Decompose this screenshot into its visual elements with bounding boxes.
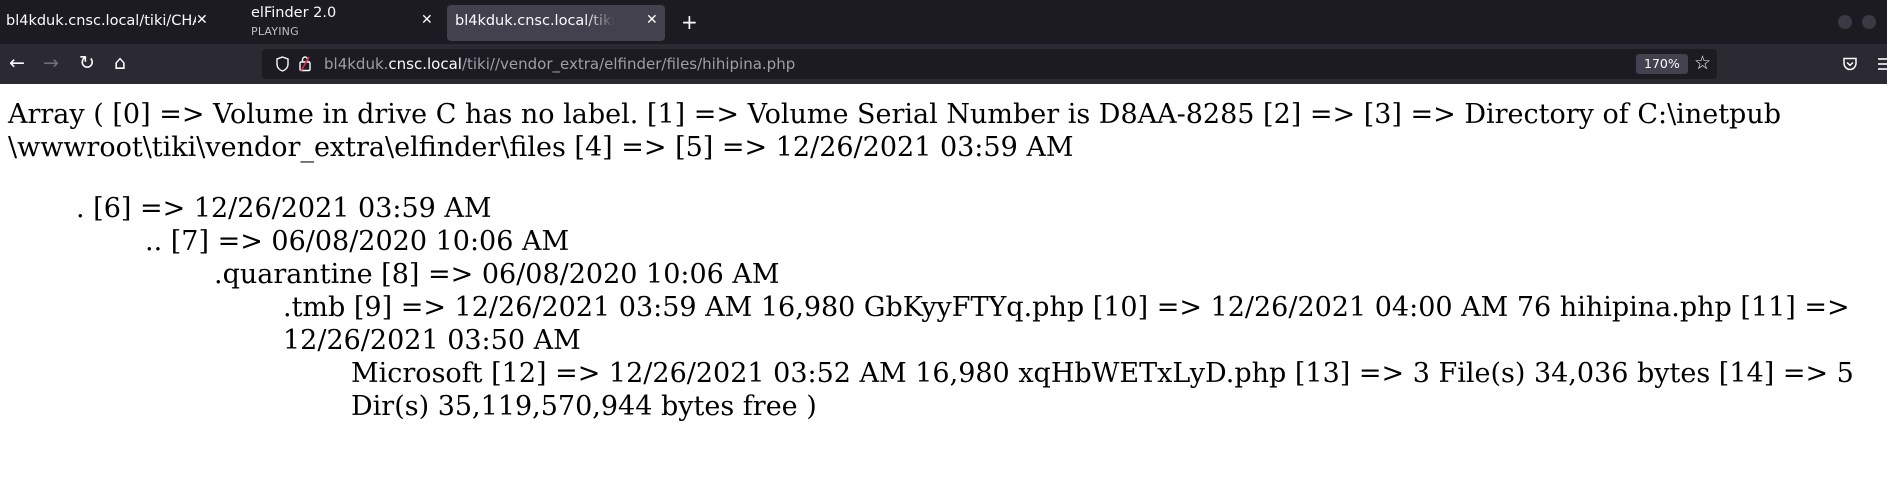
close-tab-icon[interactable]: ✕: [196, 12, 208, 28]
tab-chan[interactable]: bl4kduk.cnsc.local/tiki/CHAN ✕: [0, 0, 218, 44]
output-line: .. [7] => 06/08/2020 10:06 AM: [145, 226, 570, 257]
zoom-level-button[interactable]: 170%: [1636, 54, 1688, 74]
close-tab-icon[interactable]: ✕: [646, 12, 658, 28]
navigation-toolbar: ← → ↻ ⌂ bl4kduk.cnsc.local/tiki//vendor_…: [0, 44, 1887, 84]
menu-icon[interactable]: [1878, 56, 1887, 72]
output-line: .tmb [9] => 12/26/2021 03:59 AM 16,980 G…: [283, 292, 1850, 323]
reload-button[interactable]: ↻: [79, 52, 95, 74]
close-tab-icon[interactable]: ✕: [421, 12, 433, 28]
tab-active-vendor[interactable]: bl4kduk.cnsc.local/tiki//vendor ✕: [447, 5, 665, 41]
home-button[interactable]: ⌂: [114, 52, 126, 74]
output-line: Array ( [0] => Volume in drive C has no …: [8, 99, 1781, 130]
tab-title: bl4kduk.cnsc.local/tiki//vendor: [455, 13, 615, 29]
output-line: Dir(s) 35,119,570,944 bytes free ): [351, 391, 817, 422]
page-content: Array ( [0] => Volume in drive C has no …: [0, 84, 1887, 490]
lock-icon[interactable]: [298, 55, 312, 72]
output-line: Microsoft [12] => 12/26/2021 03:52 AM 16…: [351, 358, 1854, 389]
window-close-button[interactable]: [1862, 15, 1876, 29]
tab-elfinder[interactable]: elFinder 2.0 PLAYING ✕: [241, 0, 441, 44]
forward-button[interactable]: →: [43, 52, 59, 74]
url-path: /tiki//vendor_extra/elfinder/files/hihip…: [461, 55, 796, 73]
url-bar[interactable]: bl4kduk.cnsc.local/tiki//vendor_extra/el…: [262, 49, 1717, 79]
url-domain: cnsc.local: [388, 55, 462, 73]
tab-strip: bl4kduk.cnsc.local/tiki/CHAN ✕ elFinder …: [0, 0, 1887, 44]
url-prefix: bl4kduk.: [324, 55, 389, 73]
new-tab-button[interactable]: +: [681, 10, 698, 34]
output-line: . [6] => 12/26/2021 03:59 AM: [76, 193, 492, 224]
output-line: .quarantine [8] => 06/08/2020 10:06 AM: [214, 259, 780, 290]
bookmark-star-icon[interactable]: ☆: [1694, 52, 1711, 74]
url-text[interactable]: bl4kduk.cnsc.local/tiki//vendor_extra/el…: [324, 55, 795, 73]
tab-title: bl4kduk.cnsc.local/tiki/CHAN: [6, 13, 196, 29]
tab-playing-label: PLAYING: [251, 25, 299, 38]
shield-icon[interactable]: [276, 56, 289, 72]
output-line: 12/26/2021 03:50 AM: [283, 325, 581, 356]
window-minimize-button[interactable]: [1838, 15, 1852, 29]
pocket-icon[interactable]: [1842, 56, 1858, 72]
back-button[interactable]: ←: [9, 52, 25, 74]
output-line: \wwwroot\tiki\vendor_extra\elfinder\file…: [8, 132, 1074, 163]
tab-title: elFinder 2.0: [251, 5, 337, 21]
